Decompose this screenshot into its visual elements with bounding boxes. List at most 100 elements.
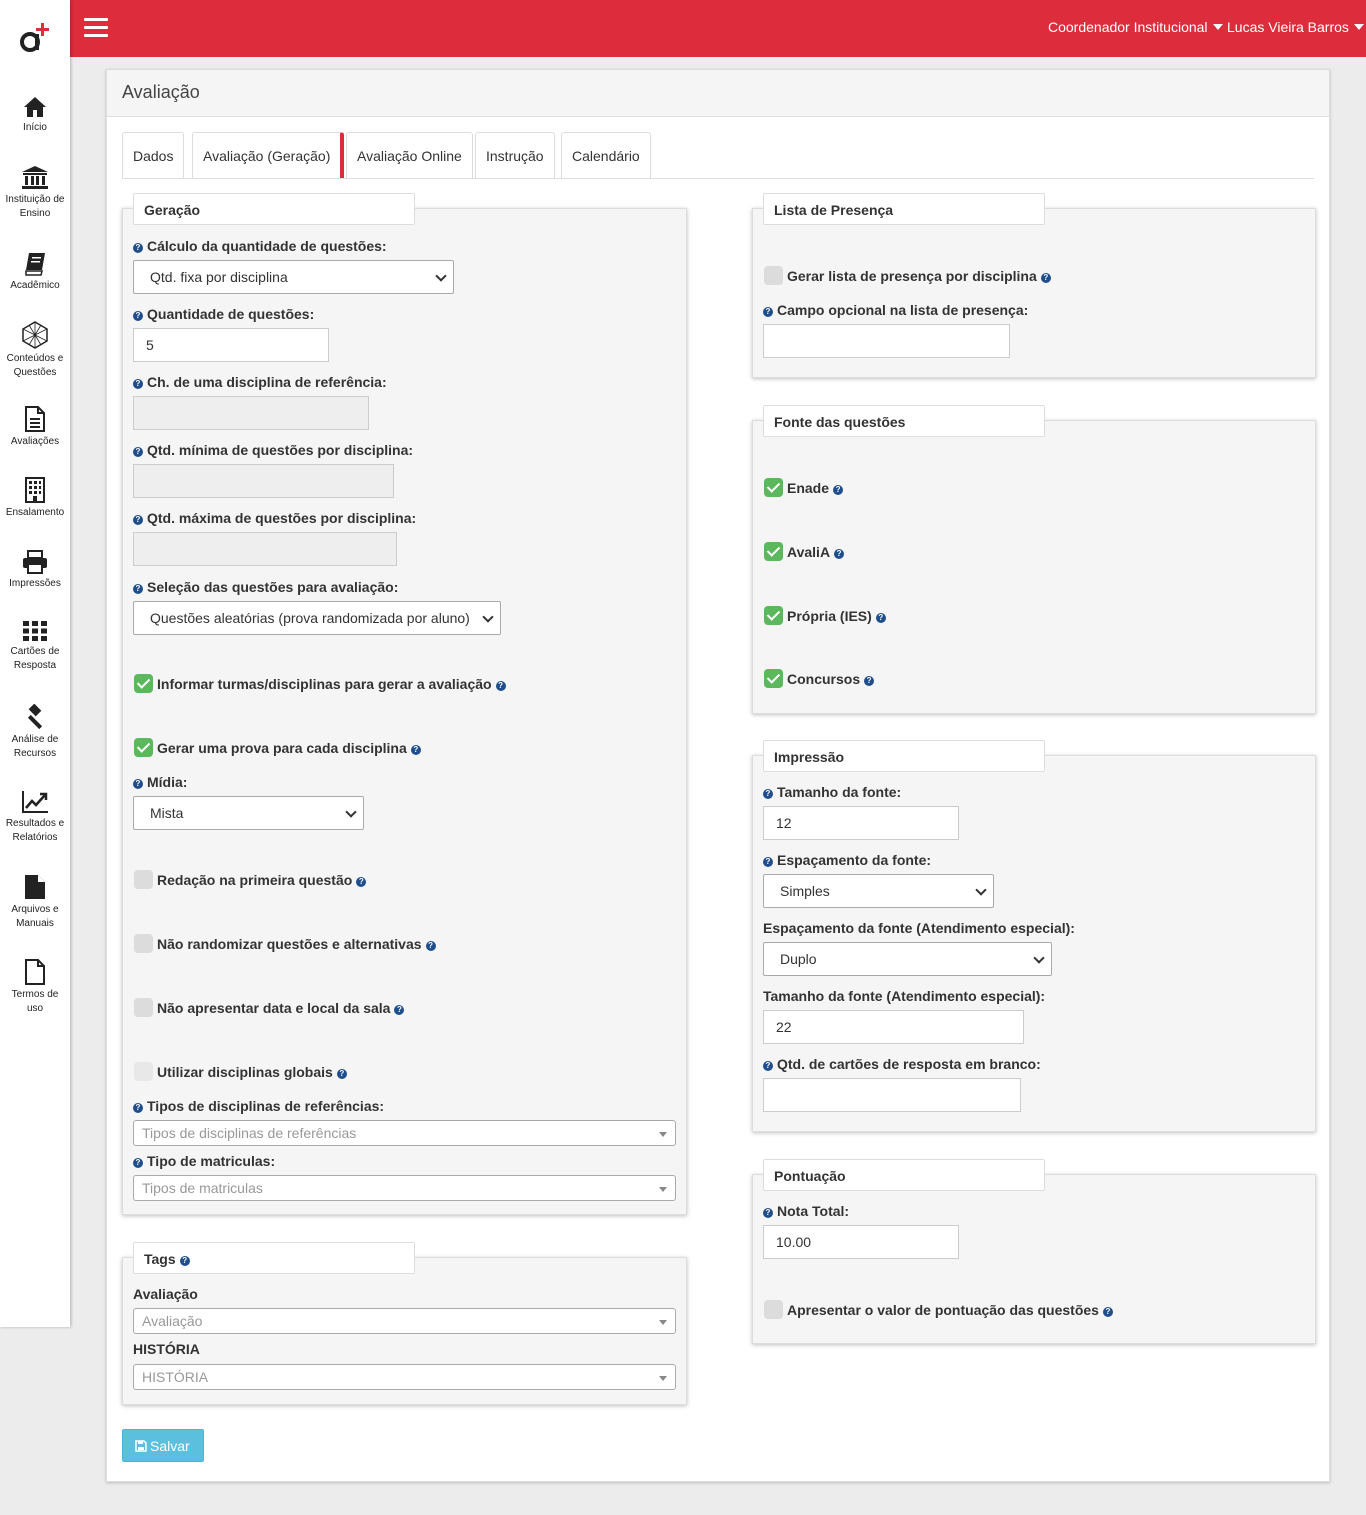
cada-disciplina-checkbox[interactable] <box>134 738 153 757</box>
tags-fieldset: Tags? Avaliação Avaliação HISTÓRIA HISTÓ… <box>122 1242 687 1405</box>
sidebar-item-arquivos[interactable]: Arquivos e Manuais <box>0 874 70 931</box>
fonte-concursos-checkbox[interactable] <box>764 669 783 688</box>
help-icon[interactable]: ? <box>1040 273 1051 283</box>
grid-icon <box>23 621 47 641</box>
help-icon[interactable]: ? <box>133 311 143 321</box>
redacao-checkbox[interactable] <box>134 870 153 889</box>
document-icon <box>25 406 45 432</box>
help-icon[interactable]: ? <box>336 1069 347 1079</box>
tamanho-especial-input[interactable]: 22 <box>763 1010 1024 1044</box>
espacamento-especial-select[interactable]: Duplo <box>763 942 1052 976</box>
institution-icon <box>22 166 48 189</box>
help-icon[interactable]: ? <box>133 584 143 594</box>
ch-input[interactable] <box>133 396 369 430</box>
matric-multiselect[interactable]: Tipos de matriculas <box>133 1175 676 1201</box>
geracao-fieldset: Geração ? Cálculo da quantidade de questõ… <box>122 193 687 1215</box>
help-icon[interactable]: ? <box>1102 1307 1113 1317</box>
calc-select[interactable]: Qtd. fixa por disciplina <box>133 260 454 294</box>
help-icon[interactable]: ? <box>133 779 143 789</box>
help-icon[interactable]: ? <box>179 1256 190 1266</box>
menu-toggle-icon[interactable] <box>84 18 108 38</box>
help-icon[interactable]: ? <box>425 941 436 951</box>
help-icon[interactable]: ? <box>356 877 367 887</box>
help-icon[interactable]: ? <box>133 447 143 457</box>
help-icon[interactable]: ? <box>763 857 773 867</box>
espacamento-select[interactable]: Simples <box>763 874 994 908</box>
presenca-checkbox[interactable] <box>764 266 783 285</box>
sidebar-item-instituicao[interactable]: Instituição de Ensino <box>0 166 70 221</box>
tab-calendario[interactable]: Calendário <box>561 132 651 178</box>
fonte-propria-checkbox[interactable] <box>764 606 783 625</box>
campo-opcional-input[interactable] <box>763 324 1010 358</box>
globais-checkbox[interactable] <box>134 1062 153 1081</box>
sidebar-item-label: Análise de <box>11 734 59 745</box>
max-input[interactable] <box>133 532 397 566</box>
sidebar-item-ensalamento[interactable]: Ensalamento <box>0 477 70 520</box>
help-icon[interactable]: ? <box>410 745 421 755</box>
min-input[interactable] <box>133 464 394 498</box>
tag-avaliacao-select[interactable]: Avaliação <box>133 1308 676 1334</box>
help-icon[interactable]: ? <box>133 515 143 525</box>
tag-avaliacao-label: Avaliação <box>133 1286 198 1302</box>
tag-historia-select[interactable]: HISTÓRIA <box>133 1364 676 1390</box>
tamanho-especial-label: Tamanho da fonte (Atendimento especial): <box>763 988 1046 1004</box>
tab-avaliacao-geracao[interactable]: Avaliação (Geração) <box>192 132 345 178</box>
qtd-input[interactable]: 5 <box>133 328 329 362</box>
sidebar-item-termos[interactable]: Termos de uso <box>0 959 70 1016</box>
campo-opcional-label: ? Campo opcional na lista de presença: <box>763 302 1028 318</box>
help-icon[interactable]: ? <box>133 1158 143 1168</box>
tab-avaliacao-online[interactable]: Avaliação Online <box>346 132 473 178</box>
nota-total-input[interactable]: 10.00 <box>763 1225 959 1259</box>
informar-checkbox[interactable] <box>134 674 153 693</box>
nao-randomizar-checkbox[interactable] <box>134 934 153 953</box>
help-icon[interactable]: ? <box>763 1208 773 1218</box>
save-button[interactable]: Salvar <box>122 1429 204 1462</box>
tipos-multiselect[interactable]: Tipos de disciplinas de referências <box>133 1120 676 1146</box>
help-icon[interactable]: ? <box>394 1005 405 1015</box>
sidebar-item-conteudos[interactable]: Conteúdos e Questões <box>0 321 70 380</box>
sidebar-item-academico[interactable]: Acadêmico <box>0 252 70 293</box>
caret-down-icon <box>1212 24 1223 30</box>
nao-data-checkbox[interactable] <box>134 998 153 1017</box>
fonte-avalia-checkbox[interactable] <box>764 542 783 561</box>
help-icon[interactable]: ? <box>864 676 875 686</box>
midia-label: ? Mídia: <box>133 774 187 790</box>
help-icon[interactable]: ? <box>133 379 143 389</box>
min-label: ? Qtd. mínima de questões por disciplina: <box>133 442 413 458</box>
sidebar-item-inicio[interactable]: Início <box>0 96 70 135</box>
midia-select[interactable]: Mista <box>133 796 364 830</box>
sidebar-item-resultados[interactable]: Resultados e Relatórios <box>0 790 70 845</box>
book-icon <box>25 253 45 276</box>
help-icon[interactable]: ? <box>133 243 143 253</box>
help-icon[interactable]: ? <box>763 789 773 799</box>
pontuacao-legend: Pontuação <box>763 1159 1045 1191</box>
sidebar-item-impressoes[interactable]: Impressões <box>0 550 70 591</box>
caret-down-icon <box>1353 24 1364 30</box>
help-icon[interactable]: ? <box>495 681 506 691</box>
tamanho-fonte-input[interactable]: 12 <box>763 806 959 840</box>
selecao-select[interactable]: Questões aleatórias (prova randomizada p… <box>133 601 501 635</box>
selecao-label: ? Seleção das questões para avaliação: <box>133 579 398 595</box>
help-icon[interactable]: ? <box>833 485 844 495</box>
cada-disciplina-label: Gerar uma prova para cada disciplina? <box>157 740 421 756</box>
fonte-enade-label: Enade? <box>787 480 844 496</box>
sidebar-item-avaliacoes[interactable]: Avaliações <box>0 406 70 449</box>
help-icon[interactable]: ? <box>875 613 886 623</box>
tab-dados[interactable]: Dados <box>122 132 185 178</box>
fonte-enade-checkbox[interactable] <box>764 478 783 497</box>
help-icon[interactable]: ? <box>133 1103 143 1113</box>
help-icon[interactable]: ? <box>763 307 773 317</box>
help-icon[interactable]: ? <box>763 1061 773 1071</box>
page-title: Avaliação <box>122 82 200 102</box>
sidebar-item-recursos[interactable]: Análise de Recursos <box>0 704 70 761</box>
app-logo[interactable] <box>16 18 56 54</box>
user-dropdown[interactable]: Lucas Vieira Barros <box>1227 19 1364 35</box>
sidebar-item-cartoes[interactable]: Cartões de Resposta <box>0 620 70 673</box>
help-icon[interactable]: ? <box>834 549 845 559</box>
role-dropdown[interactable]: Coordenador Institucional <box>1048 19 1223 35</box>
tab-instrucao[interactable]: Instrução <box>475 132 555 178</box>
tamanho-fonte-label: ? Tamanho da fonte: <box>763 784 901 800</box>
cartoes-branco-input[interactable] <box>763 1078 1021 1112</box>
apresentar-pontuacao-checkbox[interactable] <box>764 1300 783 1319</box>
pontuacao-fieldset: Pontuação ? Nota Total: 10.00 Apresentar … <box>752 1159 1316 1344</box>
